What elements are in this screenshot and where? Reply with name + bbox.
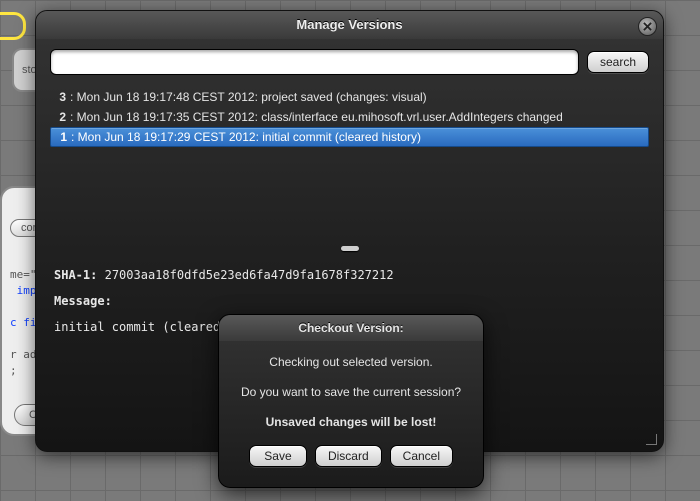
- save-button[interactable]: Save: [249, 445, 307, 467]
- dialog-title: Checkout Version:: [219, 315, 483, 341]
- dialog-button-row: Save Discard Cancel: [219, 445, 483, 467]
- close-icon: [643, 22, 652, 31]
- resize-handle[interactable]: [643, 431, 657, 445]
- search-button[interactable]: search: [587, 51, 649, 73]
- version-number: 1: [51, 127, 67, 147]
- dialog-warning: Unsaved changes will be lost!: [219, 407, 483, 437]
- version-text: : Mon Jun 18 19:17:29 CEST 2012: initial…: [71, 127, 421, 147]
- version-number: 3: [50, 87, 66, 107]
- sha-label: SHA-1:: [54, 268, 97, 282]
- dialog-line2: Do you want to save the current session?: [219, 377, 483, 407]
- version-row[interactable]: 3 : Mon Jun 18 19:17:48 CEST 2012: proje…: [50, 87, 649, 107]
- version-text: : Mon Jun 18 19:17:35 CEST 2012: class/i…: [70, 107, 563, 127]
- version-list[interactable]: 3 : Mon Jun 18 19:17:48 CEST 2012: proje…: [36, 83, 663, 151]
- splitter-handle[interactable]: [341, 246, 359, 251]
- dialog-line1: Checking out selected version.: [219, 347, 483, 377]
- version-text: : Mon Jun 18 19:17:48 CEST 2012: project…: [70, 87, 427, 107]
- cancel-button[interactable]: Cancel: [390, 445, 453, 467]
- sha-value: 27003aa18f0dfd5e23ed6fa47d9fa1678f327212: [105, 268, 394, 282]
- window-close-button[interactable]: [638, 17, 657, 36]
- discard-button[interactable]: Discard: [315, 445, 382, 467]
- message-label: Message:: [54, 294, 112, 308]
- search-input[interactable]: [50, 49, 579, 75]
- dialog-body: Checking out selected version. Do you wa…: [219, 341, 483, 467]
- window-title: Manage Versions: [296, 17, 402, 32]
- version-row-selected[interactable]: 1 : Mon Jun 18 19:17:29 CEST 2012: initi…: [50, 127, 649, 147]
- checkout-dialog: Checkout Version: Checking out selected …: [218, 314, 484, 488]
- version-number: 2: [50, 107, 66, 127]
- search-row: search: [36, 39, 663, 83]
- version-row[interactable]: 2 : Mon Jun 18 19:17:35 CEST 2012: class…: [50, 107, 649, 127]
- window-titlebar: Manage Versions: [36, 11, 663, 39]
- yellow-connector: [0, 12, 26, 40]
